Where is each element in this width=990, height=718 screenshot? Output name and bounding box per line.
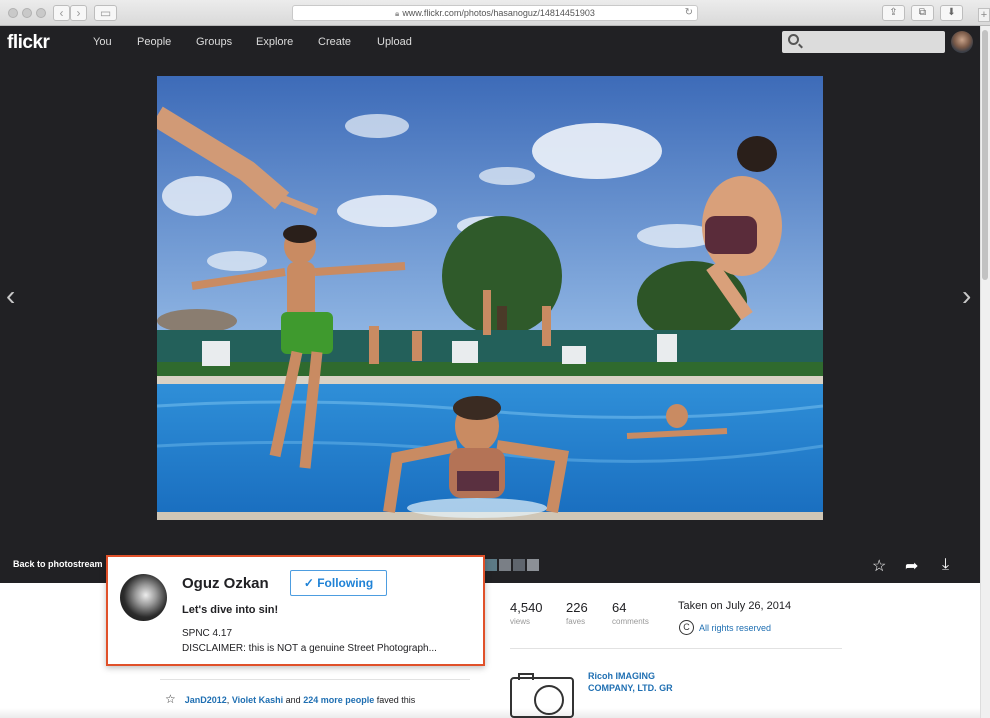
faved-by-line: ☆ JanD2012, Violet Kashi and 224 more peo… [165, 692, 415, 706]
more-people-link[interactable]: 224 more people [303, 695, 374, 705]
divider [160, 679, 470, 680]
reload-icon[interactable]: ↻ [685, 6, 693, 20]
copyright-icon: C [679, 620, 694, 635]
minimize-window-button[interactable] [22, 8, 32, 18]
photo-description-line: DISCLAIMER: this is NOT a genuine Street… [182, 643, 437, 654]
nav-you[interactable]: You [93, 36, 112, 48]
flickr-logo[interactable]: flickr [7, 32, 50, 54]
star-icon[interactable]: ☆ [165, 692, 176, 706]
search-input[interactable] [782, 31, 945, 53]
lock-icon: 🔒︎ [395, 9, 400, 18]
search-icon [788, 34, 799, 45]
nav-create[interactable]: Create [318, 36, 351, 48]
owner-name[interactable]: Oguz Ozkan [182, 575, 269, 592]
views-count: 4,540 [510, 600, 543, 615]
owner-popover: Oguz Ozkan ✓ Following Let's dive into s… [106, 555, 485, 666]
main-photo[interactable] [157, 76, 823, 520]
tabs-icon[interactable]: ⧉ [911, 5, 934, 21]
download-icon[interactable]: ⤓ [942, 556, 949, 574]
rights-link[interactable]: All rights reserved [699, 623, 771, 633]
browser-toolbar: ‹ › ▭ 🔒︎ www.flickr.com/photos/hasanoguz/… [0, 0, 990, 26]
thumbnail[interactable] [527, 559, 539, 571]
thumbnail[interactable] [499, 559, 511, 571]
owner-avatar[interactable] [120, 574, 167, 621]
comments-stat: 64 comments [612, 600, 649, 626]
share-icon[interactable]: ⇪ [882, 5, 905, 21]
faves-stat: 226 faves [566, 600, 588, 626]
views-label: views [510, 617, 531, 626]
photostream-thumbnails [485, 558, 541, 576]
back-to-photostream-link[interactable]: Back to photostream [13, 559, 103, 569]
previous-photo-icon[interactable]: ‹ [6, 280, 15, 312]
new-tab-icon[interactable]: + [978, 8, 990, 22]
fave-user-link[interactable]: Violet Kashi [232, 695, 283, 705]
back-arrow-icon[interactable]: ‹ [53, 5, 70, 21]
browser-window: ‹ › ▭ 🔒︎ www.flickr.com/photos/hasanoguz/… [0, 0, 990, 718]
thumbnail[interactable] [485, 559, 497, 571]
address-bar[interactable]: 🔒︎ www.flickr.com/photos/hasanoguz/148144… [292, 5, 698, 21]
divider [510, 648, 842, 649]
downloads-icon[interactable]: ⬇ [940, 5, 963, 21]
taken-date: Taken on July 26, 2014 [678, 600, 792, 612]
faves-count: 226 [566, 600, 588, 615]
photo-description-line: SPNC 4.17 [182, 628, 233, 639]
thumbnail[interactable] [513, 559, 525, 571]
scrollbar-thumb[interactable] [982, 30, 988, 280]
bottom-edge [0, 708, 980, 718]
following-button[interactable]: ✓ Following [290, 570, 387, 596]
pool-photo-image [157, 76, 823, 520]
comments-count: 64 [612, 600, 627, 615]
faves-suffix: faved this [374, 695, 416, 705]
camera-link[interactable]: Ricoh IMAGING COMPANY, LTD. GR [588, 670, 678, 694]
nav-groups[interactable]: Groups [196, 36, 232, 48]
site-header: flickr You People Groups Explore Create … [0, 26, 980, 59]
nav-people[interactable]: People [137, 36, 171, 48]
url-text: www.flickr.com/photos/hasanoguz/14814451… [402, 8, 595, 18]
favorite-star-icon[interactable]: ☆ [872, 556, 886, 576]
views-stat: 4,540 views [510, 600, 543, 626]
share-arrow-icon[interactable]: ➦ [905, 556, 918, 576]
zoom-window-button[interactable] [36, 8, 46, 18]
next-photo-icon[interactable]: › [962, 280, 971, 312]
forward-arrow-icon[interactable]: › [70, 5, 87, 21]
faves-label: faves [566, 617, 586, 626]
photo-title: Let's dive into sin! [182, 604, 279, 616]
fave-user-link[interactable]: JanD2012 [185, 695, 227, 705]
sidebar-icon[interactable]: ▭ [94, 5, 117, 21]
user-avatar[interactable] [951, 31, 973, 53]
faves-and: and [283, 695, 304, 705]
close-window-button[interactable] [8, 8, 18, 18]
comments-label: comments [612, 617, 649, 626]
nav-upload[interactable]: Upload [377, 36, 412, 48]
nav-explore[interactable]: Explore [256, 36, 293, 48]
